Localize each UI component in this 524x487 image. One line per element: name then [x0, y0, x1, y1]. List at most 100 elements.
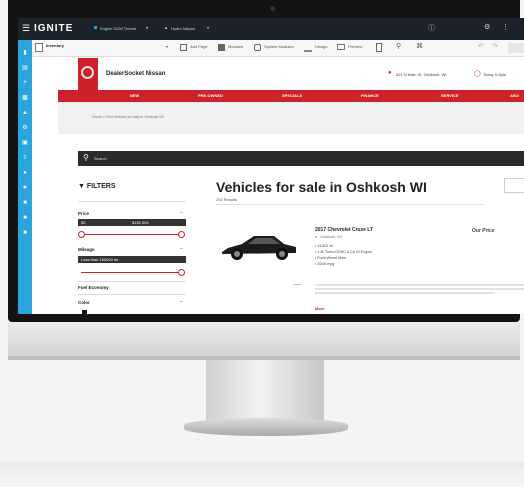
page-icon: [35, 43, 43, 52]
price-slider-max-handle[interactable]: [178, 231, 185, 238]
spec-item: • 30/40 mpg: [315, 262, 335, 266]
dealer-name: DealerSocket Nissan: [106, 71, 166, 77]
link-icon[interactable]: ●: [21, 170, 29, 176]
help-icon[interactable]: ⓘ: [428, 23, 435, 33]
account-icon: ▲: [164, 25, 168, 30]
nav-new[interactable]: NEW: [130, 93, 139, 98]
collapse-icon[interactable]: −: [180, 210, 183, 215]
pages-icon[interactable]: ▤: [21, 65, 29, 71]
search-icon[interactable]: ⚲: [83, 153, 89, 162]
dealer-hours[interactable]: Today 9-6pm: [483, 72, 506, 77]
page-selector[interactable]: Inventory: [46, 43, 64, 48]
editor-toolbar: Inventory ▾ Add Page Modules System Modu…: [32, 40, 524, 57]
star-icon[interactable]: ★: [21, 185, 29, 191]
mileage-display: Less than 150000 mi.: [78, 256, 186, 263]
car-icon[interactable]: ■: [21, 230, 29, 236]
lock-icon[interactable]: ▮: [21, 50, 29, 56]
undo-icon[interactable]: ↶: [478, 42, 484, 50]
nav-service[interactable]: SERVICE: [441, 93, 459, 98]
mileage-slider[interactable]: [81, 272, 183, 273]
nav-specials[interactable]: SPECIALS: [282, 93, 302, 98]
collapse-icon[interactable]: −: [180, 299, 183, 304]
search-input[interactable]: Search: [94, 156, 107, 161]
price-label: Price: [78, 211, 90, 216]
tool-preview[interactable]: Preview: [348, 44, 362, 49]
image-icon[interactable]: ▣: [21, 140, 29, 146]
gear-icon[interactable]: ⚙: [21, 125, 29, 131]
system-modules-icon[interactable]: [254, 44, 261, 51]
account-selector[interactable]: Hydro Nissan: [171, 26, 195, 31]
publish-button[interactable]: [508, 43, 524, 53]
tool-system-modules[interactable]: System Modules: [264, 44, 294, 49]
spec-item: • 1.4L Turbo DOHC 4 Cyl DI Engine: [315, 250, 372, 254]
more-icon[interactable]: ⋮: [502, 23, 509, 31]
map-pin-icon: ●: [388, 70, 392, 76]
chevron-down-icon[interactable]: ▾: [146, 25, 148, 30]
code-icon[interactable]: ◊: [21, 155, 29, 161]
clock-icon: ◯: [474, 71, 481, 77]
chat-icon[interactable]: ■: [21, 215, 29, 221]
tool-modules[interactable]: Modules: [228, 44, 243, 49]
broadcast-icon[interactable]: ⌘: [416, 42, 423, 50]
tool-design[interactable]: Design: [315, 44, 327, 49]
add-page-icon[interactable]: [180, 44, 187, 51]
description-line: [315, 284, 524, 286]
price-slider[interactable]: [81, 234, 183, 235]
chevron-down-icon[interactable]: ▾: [166, 44, 168, 49]
more-link[interactable]: More: [315, 306, 325, 311]
nav-finance[interactable]: FINANCE: [361, 93, 379, 98]
breadcrumb[interactable]: Home > Find vehicles for sale in Oshkosh…: [92, 115, 164, 119]
divider: [78, 201, 186, 202]
description-line: [315, 292, 495, 294]
page-title: Vehicles for sale in Oshkosh WI: [216, 179, 427, 195]
nissan-logo: [81, 66, 94, 79]
modules-icon[interactable]: [218, 44, 225, 51]
mileage-slider-handle[interactable]: [178, 269, 185, 276]
redo-icon[interactable]: ↷: [492, 42, 498, 50]
price-min: $0: [81, 220, 86, 225]
spec-item: • 13,502 mi: [315, 244, 334, 248]
nav-about[interactable]: ABO: [510, 93, 519, 98]
color-swatch-black[interactable]: [82, 310, 87, 314]
vehicle-title[interactable]: 2017 Chevrolet Cruze LT: [315, 227, 373, 233]
theme-icon: [94, 26, 97, 29]
price-slider-min-handle[interactable]: [78, 231, 85, 238]
price-max: $152,000: [132, 220, 149, 225]
menu-icon[interactable]: ☰: [22, 23, 30, 34]
monitor-stand-base: [184, 418, 348, 436]
car-image: [222, 236, 296, 260]
chart-icon[interactable]: ▲: [21, 110, 29, 116]
sort-dropdown[interactable]: [504, 178, 524, 193]
chevron-down-icon[interactable]: ▾: [207, 25, 209, 30]
logo-tile: [78, 58, 98, 90]
search-bar[interactable]: ⚲ Search: [78, 151, 524, 166]
user-icon[interactable]: ■: [21, 200, 29, 206]
add-icon[interactable]: +: [21, 80, 29, 86]
dealer-address[interactable]: 321 N Main St, Oshkosh, WI: [396, 72, 446, 77]
site-preview: DealerSocket Nissan ● 321 N Main St, Osh…: [58, 58, 524, 314]
monitor-chin: [8, 322, 520, 360]
nav-pre-owned[interactable]: PRE-OWNED: [198, 93, 223, 98]
webcam: [270, 6, 275, 11]
screen: ☰ IGNITE Engine DCM Theme ▾ ▲ Hydro Niss…: [18, 18, 524, 314]
mobile-icon[interactable]: [376, 43, 382, 52]
tag-icon[interactable]: ⚲: [396, 42, 401, 50]
fuel-economy-label[interactable]: Fuel Economy: [78, 285, 109, 290]
tool-add-page[interactable]: Add Page: [190, 44, 208, 49]
results-count: 292 Results: [216, 197, 238, 202]
filters-heading: ▼ FILTERS: [78, 183, 116, 190]
layers-icon[interactable]: ▩: [21, 95, 29, 101]
theme-selector[interactable]: Engine DCM Theme: [100, 26, 136, 31]
divider: [78, 294, 186, 295]
divider: [216, 204, 484, 205]
collapse-icon[interactable]: −: [180, 246, 183, 251]
color-label: Color: [78, 300, 90, 305]
design-icon[interactable]: [304, 44, 312, 52]
photo-indicator: [294, 284, 301, 285]
preview-icon[interactable]: [337, 44, 345, 50]
spec-item: • Front Wheel Drive: [315, 256, 347, 260]
settings-icon[interactable]: ⚙: [484, 23, 490, 31]
vehicle-photo[interactable]: [218, 222, 300, 272]
vehicle-location: Oshkosh, WI: [320, 235, 342, 239]
desk-surface: [0, 462, 524, 487]
